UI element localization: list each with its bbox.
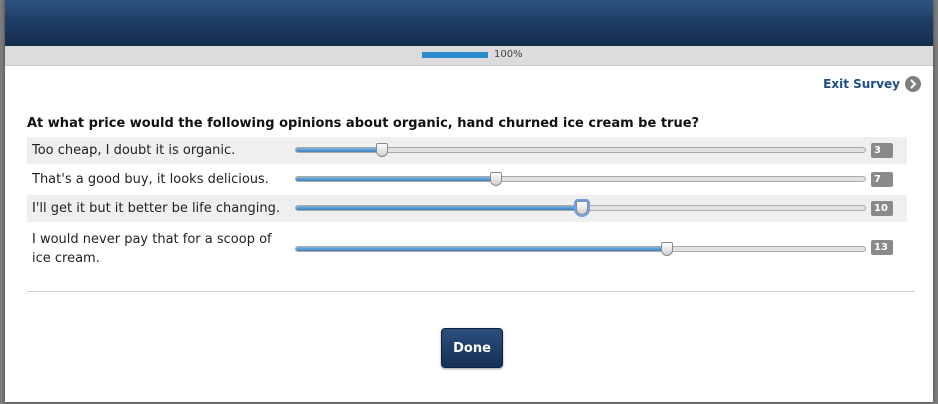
slider-handle[interactable] <box>375 143 388 157</box>
slider-fill <box>296 148 382 152</box>
slider-row: That's a good buy, it looks delicious. 7 <box>27 166 907 193</box>
slider-value: 10 <box>871 201 893 216</box>
slider-row: I would never pay that for a scoop of ic… <box>27 228 907 270</box>
slider-handle[interactable] <box>661 242 674 256</box>
exit-survey-label: Exit Survey <box>823 77 900 91</box>
progress-strip: 100% <box>5 46 933 66</box>
header-bar <box>5 0 933 46</box>
slider-row-label: I'll get it but it better be life changi… <box>32 201 280 216</box>
slider-track[interactable] <box>295 172 866 186</box>
slider-track[interactable] <box>295 242 866 256</box>
slider-track[interactable] <box>295 143 866 157</box>
exit-survey-link[interactable]: Exit Survey <box>823 76 921 92</box>
slider-fill <box>296 177 496 181</box>
slider-row: I'll get it but it better be life changi… <box>27 195 907 222</box>
divider <box>27 291 915 292</box>
slider-handle[interactable] <box>489 172 502 186</box>
chevron-right-icon <box>905 76 921 92</box>
progress-label: 100% <box>494 49 523 60</box>
slider-row-label: I would never pay that for a scoop of ic… <box>32 232 272 266</box>
done-button[interactable]: Done <box>441 328 503 368</box>
slider-track[interactable] <box>295 201 866 215</box>
question-text: At what price would the following opinio… <box>27 116 700 131</box>
slider-value: 3 <box>871 143 893 158</box>
progress-bar <box>422 52 488 58</box>
slider-fill <box>296 206 582 210</box>
slider-handle[interactable] <box>575 201 588 215</box>
slider-row-label: Too cheap, I doubt it is organic. <box>32 143 236 158</box>
slider-value: 13 <box>871 240 893 255</box>
slider-row: Too cheap, I doubt it is organic. 3 <box>27 137 907 164</box>
slider-value: 7 <box>871 172 893 187</box>
slider-row-label: That's a good buy, it looks delicious. <box>32 172 269 187</box>
progress-bar-fill <box>422 52 488 58</box>
survey-window: 100% Exit Survey At what price would the… <box>5 0 933 402</box>
slider-fill <box>296 247 668 251</box>
